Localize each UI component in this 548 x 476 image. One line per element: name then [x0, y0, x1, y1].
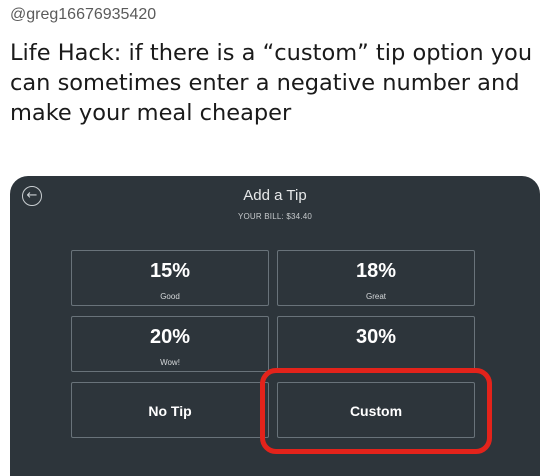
tweet-handle[interactable]: @greg16676935420 [10, 6, 156, 24]
tip-percent: 18% [355, 260, 397, 282]
tip-screen: ← Add a Tip YOUR BILL: $34.40 15% Good 1… [10, 176, 540, 476]
custom-tip-button[interactable]: Custom [277, 382, 475, 438]
no-tip-button[interactable]: No Tip [71, 382, 269, 438]
tip-percent: 15% [149, 260, 191, 282]
tip-label: Wow! [160, 358, 180, 367]
bill-amount: YOUR BILL: $34.40 [237, 212, 313, 221]
tip-option-18[interactable]: 18% Great [277, 250, 475, 306]
tip-percent: 20% [149, 326, 191, 348]
tip-label: Good [160, 292, 180, 301]
tip-option-15[interactable]: 15% Good [71, 250, 269, 306]
tip-option-20[interactable]: 20% Wow! [71, 316, 269, 372]
tip-option-30[interactable]: 30% [277, 316, 475, 372]
tweet-text: Life Hack: if there is a “custom” tip op… [10, 40, 533, 126]
custom-tip-label: Custom [349, 403, 403, 419]
tip-label: Great [365, 292, 386, 301]
screen-title: Add a Tip [243, 187, 307, 204]
tip-percent: 30% [355, 326, 397, 348]
no-tip-label: No Tip [148, 403, 192, 419]
